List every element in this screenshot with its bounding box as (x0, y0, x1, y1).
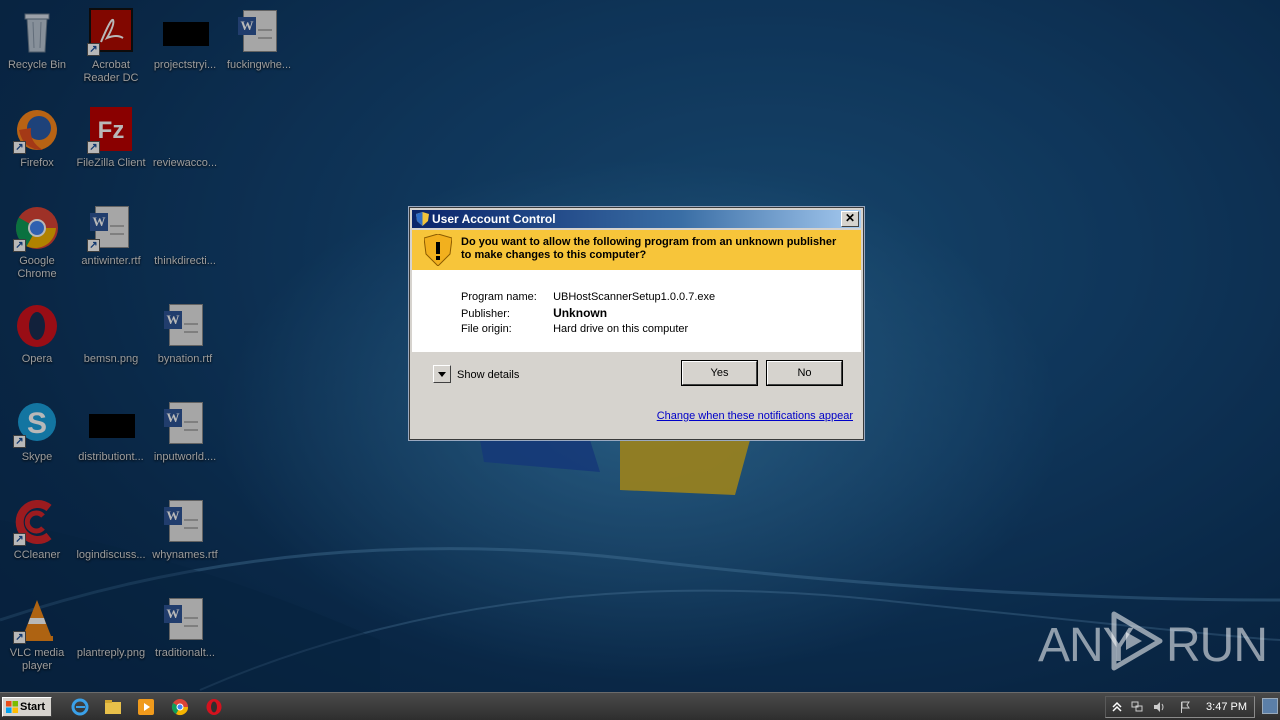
program-name-value: UBHostScannerSetup1.0.0.7.exe (553, 291, 716, 303)
clock[interactable]: 3:47 PM (1206, 701, 1247, 713)
close-button[interactable]: ✕ (841, 211, 859, 227)
show-details-label[interactable]: Show details (457, 369, 519, 381)
windows-logo-icon (6, 701, 18, 713)
show-details-toggle[interactable] (433, 365, 451, 383)
file-explorer-icon[interactable] (104, 698, 122, 716)
network-icon[interactable] (1131, 701, 1143, 713)
change-notifications-link[interactable]: Change when these notifications appear (657, 410, 853, 422)
show-hidden-icons-icon[interactable] (1111, 701, 1123, 713)
uac-actions: Show details Yes No Change when these no… (412, 352, 861, 437)
publisher-label: Publisher: (461, 308, 510, 320)
program-name-row: Program name: UBHostScannerSetup1.0.0.7.… (461, 291, 715, 303)
system-tray: 3:47 PM (1105, 696, 1255, 718)
warning-shield-icon (424, 234, 452, 266)
no-button[interactable]: No (767, 361, 842, 385)
play-logo-icon (1111, 611, 1163, 671)
program-name-label: Program name: (461, 291, 537, 303)
volume-icon[interactable] (1153, 701, 1165, 713)
start-button[interactable]: Start (2, 697, 52, 717)
uac-question-text: Do you want to allow the following progr… (461, 236, 837, 261)
media-player-icon[interactable] (137, 698, 155, 716)
publisher-row: Publisher: Unknown (461, 306, 607, 320)
publisher-value: Unknown (553, 306, 608, 320)
uac-warning-banner: Do you want to allow the following progr… (412, 230, 861, 271)
start-label: Start (20, 701, 46, 713)
uac-titlebar: User Account Control ✕ (412, 210, 861, 228)
uac-title-text: User Account Control (432, 212, 556, 226)
anyrun-watermark: ANY RUN (1038, 606, 1268, 672)
uac-shield-icon (416, 212, 429, 226)
uac-dialog: User Account Control ✕ Do you want to al… (409, 207, 864, 440)
yes-button[interactable]: Yes (682, 361, 757, 385)
watermark-text-right: RUN (1166, 619, 1268, 672)
chrome-icon[interactable] (171, 698, 189, 716)
internet-explorer-icon[interactable] (71, 698, 89, 716)
uac-program-info: Program name: UBHostScannerSetup1.0.0.7.… (412, 270, 861, 352)
show-desktop-button[interactable] (1262, 698, 1278, 714)
opera-icon[interactable] (205, 698, 223, 716)
action-center-flag-icon[interactable] (1179, 701, 1191, 713)
taskbar: Start 3:47 PM (0, 692, 1280, 720)
file-origin-row: File origin: Hard drive on this computer (461, 323, 688, 335)
file-origin-label: File origin: (461, 323, 512, 335)
file-origin-value: Hard drive on this computer (553, 323, 689, 335)
